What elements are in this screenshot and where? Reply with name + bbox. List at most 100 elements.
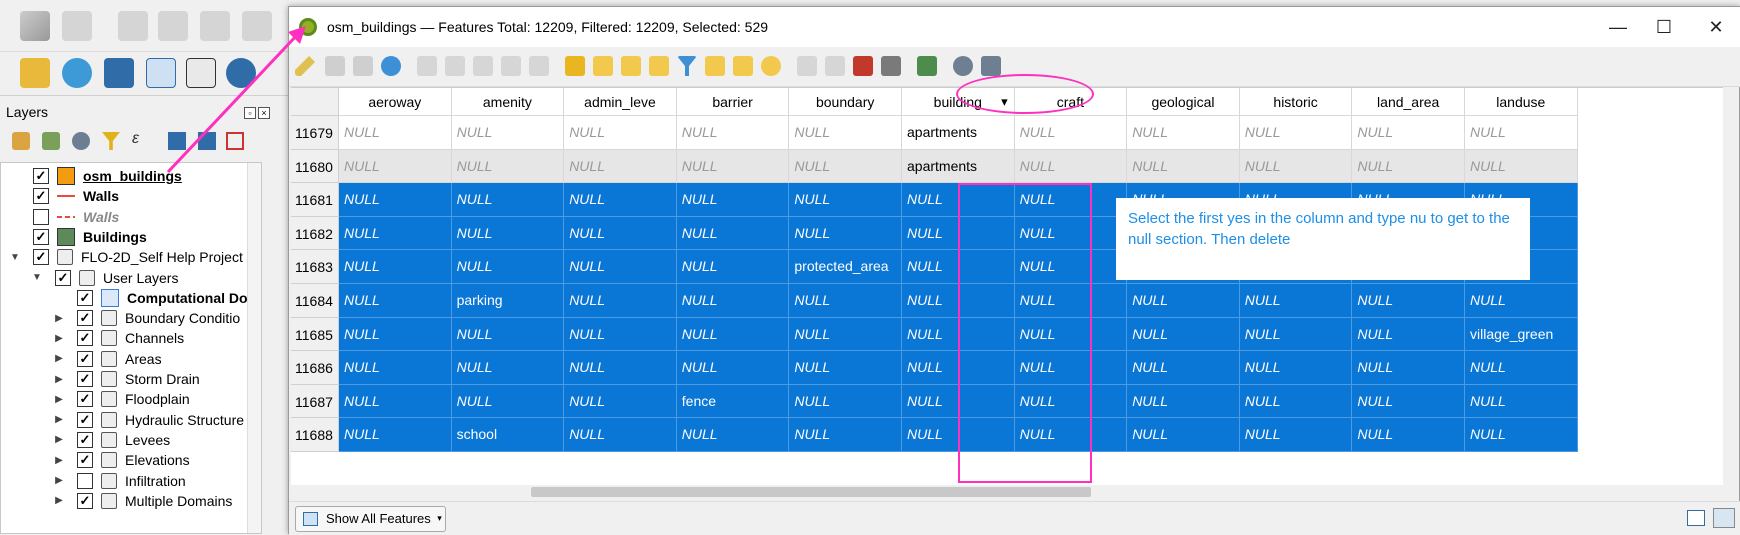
layer-visibility-checkbox[interactable]: ✓ bbox=[77, 310, 93, 327]
expand-arrow-icon[interactable]: ▶ bbox=[53, 414, 65, 425]
layer-item[interactable]: ▶ ✓ Areas bbox=[53, 348, 162, 370]
layer-visibility-checkbox[interactable] bbox=[33, 208, 49, 225]
table-cell[interactable]: NULL bbox=[1239, 284, 1353, 318]
digitize-icon[interactable] bbox=[20, 58, 50, 88]
tree-scrollbar[interactable] bbox=[247, 163, 261, 533]
table-cell[interactable]: NULL bbox=[1127, 284, 1240, 318]
column-header-amenity[interactable]: amenity bbox=[451, 88, 565, 116]
table-cell[interactable]: NULL bbox=[451, 317, 565, 352]
eye-icon[interactable] bbox=[72, 132, 90, 150]
move-feature-icon[interactable] bbox=[118, 11, 148, 41]
layer-item[interactable]: ▶ ✓ Levees bbox=[53, 429, 170, 451]
table-cell[interactable]: NULL bbox=[339, 183, 452, 217]
filter-icon[interactable] bbox=[102, 132, 120, 150]
layer-visibility-checkbox[interactable]: ✓ bbox=[55, 269, 71, 286]
maximize-button[interactable]: ☐ bbox=[1641, 13, 1687, 41]
info-icon[interactable] bbox=[226, 58, 256, 88]
table-cell[interactable]: apartments bbox=[902, 116, 1015, 150]
select-all-icon[interactable] bbox=[593, 56, 613, 76]
layer-item[interactable]: ✓ osm_buildings bbox=[9, 165, 182, 187]
table-cell[interactable]: NULL bbox=[676, 216, 790, 251]
row-header[interactable]: 11679 bbox=[291, 116, 339, 150]
horizontal-scrollbar[interactable] bbox=[291, 485, 1723, 499]
expand-arrow-icon[interactable]: ▶ bbox=[53, 475, 65, 486]
table-cell[interactable]: NULL bbox=[1127, 418, 1240, 452]
filter-select-icon[interactable] bbox=[677, 56, 697, 76]
add-ring-icon[interactable] bbox=[242, 11, 272, 41]
show-all-features-button[interactable]: Show All Features ▾ bbox=[295, 506, 446, 532]
table-cell[interactable]: NULL bbox=[1352, 384, 1465, 419]
cut-icon[interactable] bbox=[473, 56, 493, 76]
table-cell[interactable]: NULL bbox=[451, 351, 565, 385]
table-cell[interactable]: NULL bbox=[339, 149, 452, 184]
table-cell[interactable]: NULL bbox=[1014, 116, 1128, 150]
table-cell[interactable]: NULL bbox=[564, 384, 677, 419]
form-view-icon[interactable] bbox=[1687, 510, 1705, 526]
add-group-icon[interactable] bbox=[42, 132, 60, 150]
table-cell[interactable]: NULL bbox=[339, 317, 452, 352]
table-cell[interactable]: NULL bbox=[789, 116, 902, 150]
layer-item[interactable]: ▶ ✓ Channels bbox=[53, 327, 184, 349]
close-button[interactable]: ✕ bbox=[1693, 13, 1739, 41]
row-header[interactable]: 11688 bbox=[291, 418, 339, 452]
row-header[interactable]: 11681 bbox=[291, 183, 339, 217]
expand-arrow-icon[interactable]: ▶ bbox=[53, 353, 65, 364]
table-cell[interactable]: NULL bbox=[1014, 149, 1128, 184]
reload-icon[interactable] bbox=[381, 56, 401, 76]
layer-visibility-checkbox[interactable]: ✓ bbox=[77, 350, 93, 367]
row-header[interactable]: 11687 bbox=[291, 384, 339, 419]
table-cell[interactable]: apartments bbox=[902, 149, 1015, 184]
minimize-button[interactable]: — bbox=[1595, 13, 1641, 41]
move-selection-top-icon[interactable] bbox=[705, 56, 725, 76]
table-cell[interactable]: protected_area bbox=[789, 250, 902, 284]
vertical-scrollbar[interactable] bbox=[1723, 87, 1739, 485]
column-header-land_area[interactable]: land_area bbox=[1352, 88, 1465, 116]
layer-visibility-checkbox[interactable]: ✓ bbox=[77, 330, 93, 347]
corner-header[interactable] bbox=[291, 88, 339, 116]
table-cell[interactable]: NULL bbox=[789, 384, 902, 419]
table-cell[interactable]: NULL bbox=[339, 116, 452, 150]
column-header-barrier[interactable]: barrier bbox=[676, 88, 790, 116]
table-cell[interactable]: NULL bbox=[1465, 284, 1578, 318]
layer-item[interactable]: Walls bbox=[9, 206, 119, 228]
rotate-feature-icon[interactable] bbox=[158, 11, 188, 41]
expand-all-icon[interactable] bbox=[168, 132, 186, 150]
table-cell[interactable]: NULL bbox=[789, 216, 902, 251]
expand-arrow-icon[interactable]: ▶ bbox=[53, 455, 65, 466]
toggle-editing-icon[interactable] bbox=[295, 56, 315, 76]
layer-item[interactable]: ✓ Walls bbox=[9, 185, 119, 207]
expression-icon[interactable]: ε bbox=[132, 130, 139, 148]
multi-edit-icon[interactable] bbox=[325, 56, 345, 76]
expand-arrow-icon[interactable]: ▶ bbox=[53, 434, 65, 445]
float-panel-icon[interactable]: ▫ bbox=[244, 107, 256, 119]
table-cell[interactable]: NULL bbox=[1352, 351, 1465, 385]
delete-feature-icon[interactable] bbox=[445, 56, 465, 76]
conditional-formatting-icon[interactable] bbox=[917, 56, 937, 76]
table-cell[interactable]: NULL bbox=[1465, 116, 1578, 150]
layer-item[interactable]: ▶ ✓ Floodplain bbox=[53, 388, 190, 410]
pan-to-selected-icon[interactable] bbox=[733, 56, 753, 76]
layer-item[interactable]: ▼ ✓ FLO-2D_Self Help Project bbox=[9, 246, 243, 268]
deselect-all-icon[interactable] bbox=[649, 56, 669, 76]
table-cell[interactable]: school bbox=[451, 418, 565, 452]
layer-item[interactable]: ▼ ✓ User Layers bbox=[31, 267, 178, 289]
layer-visibility-checkbox[interactable]: ✓ bbox=[33, 249, 49, 266]
table-cell[interactable]: NULL bbox=[451, 149, 565, 184]
layer-item[interactable]: ▶ ✓ Elevations bbox=[53, 449, 190, 471]
layer-item[interactable]: ▶ Infiltration bbox=[53, 470, 186, 492]
table-cell[interactable]: NULL bbox=[564, 149, 677, 184]
paste-icon[interactable] bbox=[529, 56, 549, 76]
layer-visibility-checkbox[interactable]: ✓ bbox=[77, 452, 93, 469]
table-cell[interactable]: NULL bbox=[564, 116, 677, 150]
table-cell[interactable]: NULL bbox=[789, 183, 902, 217]
table-cell[interactable]: parking bbox=[451, 284, 565, 318]
table-cell[interactable]: NULL bbox=[451, 183, 565, 217]
table-cell[interactable]: NULL bbox=[789, 418, 902, 452]
column-header-aeroway[interactable]: aeroway bbox=[339, 88, 452, 116]
table-cell[interactable]: NULL bbox=[789, 317, 902, 352]
table-cell[interactable]: village_green bbox=[1465, 317, 1578, 352]
column-header-landuse[interactable]: landuse bbox=[1465, 88, 1578, 116]
column-header-admin_leve[interactable]: admin_leve bbox=[564, 88, 677, 116]
table-cell[interactable]: NULL bbox=[451, 116, 565, 150]
field-calculator-icon[interactable] bbox=[881, 56, 901, 76]
